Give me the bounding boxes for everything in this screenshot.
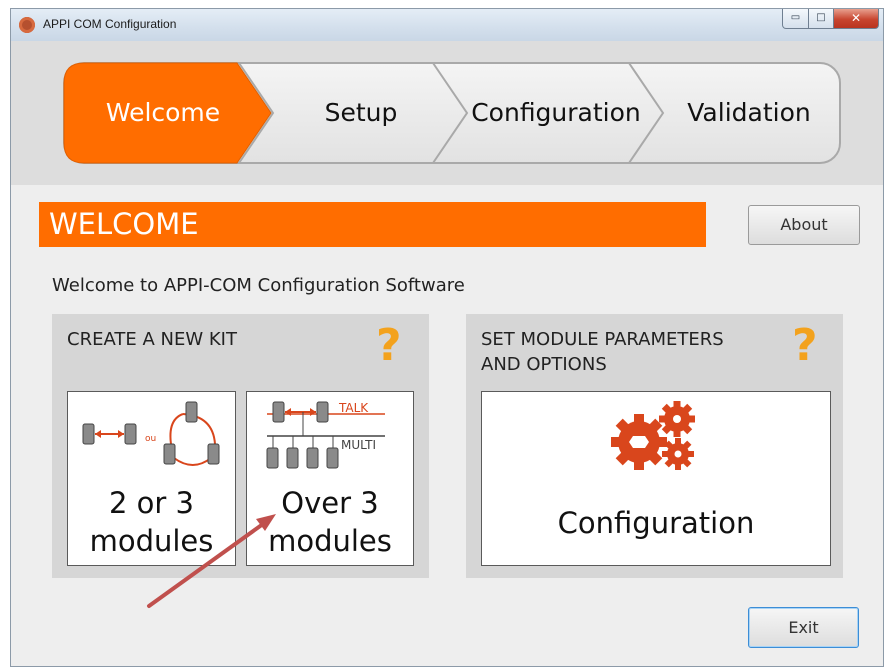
app-icon	[19, 17, 35, 33]
minimize-button[interactable]: ▭	[782, 9, 809, 29]
step-welcome[interactable]: Welcome	[63, 62, 263, 163]
app-window: APPI COM Configuration ▭ □ ✕ Welcome Set…	[10, 8, 884, 667]
module-parameters-panel: SET MODULE PARAMETERS AND OPTIONS ? Conf…	[466, 314, 843, 578]
maximize-button[interactable]: □	[808, 9, 834, 29]
about-button[interactable]: About	[748, 205, 860, 245]
parameters-title-line2: AND OPTIONS	[481, 354, 607, 375]
or-label: ou	[145, 434, 156, 444]
large-kit-diagram: TALK MULTI	[266, 401, 385, 469]
parameters-title-line1: SET MODULE PARAMETERS	[481, 329, 724, 350]
over-three-modules-tile[interactable]: TALK MULTI Over 3 modules	[246, 391, 414, 566]
welcome-banner: WELCOME	[39, 202, 706, 247]
configuration-tile-label: Configuration	[557, 506, 755, 540]
configuration-tile[interactable]: Configuration	[481, 391, 831, 566]
gears-icon	[611, 401, 695, 470]
create-kit-panel: CREATE A NEW KIT ? ou 2 or 3 modules TAL…	[52, 314, 429, 578]
question-mark-icon[interactable]: ?	[376, 320, 402, 371]
exit-button[interactable]: Exit	[748, 607, 859, 648]
two-or-three-line1: 2 or 3	[108, 486, 194, 520]
window-title: APPI COM Configuration	[43, 17, 177, 31]
two-or-three-line2: modules	[89, 524, 214, 558]
talk-label: TALK	[338, 401, 369, 415]
wizard-steps: Welcome Setup Configuration Validation	[63, 62, 843, 165]
step-validation[interactable]: Validation	[653, 62, 845, 163]
wizard-header: Welcome Setup Configuration Validation	[11, 41, 883, 185]
multi-label: MULTI	[341, 438, 376, 452]
create-kit-title: CREATE A NEW KIT	[67, 329, 237, 350]
intro-text: Welcome to APPI-COM Configuration Softwa…	[52, 275, 465, 296]
question-mark-icon[interactable]: ?	[792, 320, 818, 371]
close-button[interactable]: ✕	[833, 9, 879, 29]
over-three-line2: modules	[268, 524, 392, 558]
step-configuration[interactable]: Configuration	[453, 62, 659, 163]
two-or-three-modules-tile[interactable]: ou 2 or 3 modules	[67, 391, 236, 566]
over-three-line1: Over 3	[281, 486, 379, 520]
title-bar[interactable]: APPI COM Configuration ▭ □ ✕	[11, 9, 883, 41]
small-kit-diagram: ou	[82, 401, 220, 466]
step-setup[interactable]: Setup	[261, 62, 461, 163]
